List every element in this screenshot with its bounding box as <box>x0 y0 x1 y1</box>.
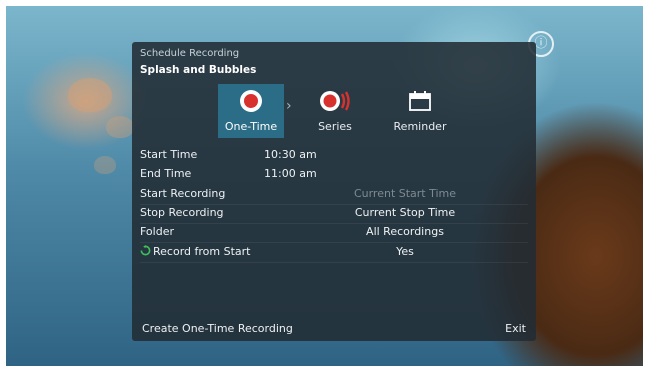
dialog-subtitle: Schedule Recording <box>140 48 240 59</box>
stop-recording-row[interactable]: Stop Recording Current Stop Time <box>140 204 528 224</box>
start-recording-value: Current Start Time <box>353 187 457 200</box>
folder-value: All Recordings <box>366 225 444 238</box>
jellyfish-background <box>106 116 134 138</box>
program-title: Splash and Bubbles <box>140 64 257 76</box>
record-from-start-value: Yes <box>396 245 414 258</box>
record-from-start-label-wrap: Record from Start <box>140 245 250 258</box>
option-series-label: Series <box>318 120 352 133</box>
chevron-right-icon: › <box>286 98 292 114</box>
start-recording-label: Start Recording <box>140 187 226 200</box>
start-time-value: 10:30 am <box>264 148 317 161</box>
record-dot-icon <box>240 90 262 112</box>
option-reminder[interactable]: Reminder <box>384 84 456 138</box>
option-one-time[interactable]: One-Time <box>218 84 284 138</box>
calendar-icon <box>409 91 431 111</box>
exit-button[interactable]: Exit <box>505 322 526 335</box>
end-time-value: 11:00 am <box>264 167 317 180</box>
start-time-row: Start Time 10:30 am <box>140 146 528 165</box>
end-time-row: End Time 11:00 am <box>140 165 528 184</box>
create-recording-button[interactable]: Create One-Time Recording <box>142 322 293 335</box>
folder-row[interactable]: Folder All Recordings <box>140 223 528 243</box>
option-one-time-label: One-Time <box>224 120 278 133</box>
restart-icon <box>140 245 151 256</box>
end-time-label: End Time <box>140 167 192 180</box>
stop-recording-label: Stop Recording <box>140 206 224 219</box>
start-time-label: Start Time <box>140 148 198 161</box>
start-recording-row[interactable]: Start Recording Current Start Time <box>140 185 528 205</box>
jellyfish-background <box>68 78 112 112</box>
schedule-recording-dialog: Schedule Recording Splash and Bubbles On… <box>132 42 536 341</box>
record-from-start-label: Record from Start <box>153 245 251 258</box>
stop-recording-value: Current Stop Time <box>354 206 456 219</box>
option-series[interactable]: Series <box>302 84 368 138</box>
folder-label: Folder <box>140 225 174 238</box>
jellyfish-background <box>94 156 116 174</box>
record-from-start-row[interactable]: Record from Start Yes <box>140 243 528 263</box>
option-reminder-label: Reminder <box>393 120 447 133</box>
series-record-icon <box>320 91 350 111</box>
tv-screen: ⓘ Schedule Recording Splash and Bubbles … <box>6 6 643 366</box>
